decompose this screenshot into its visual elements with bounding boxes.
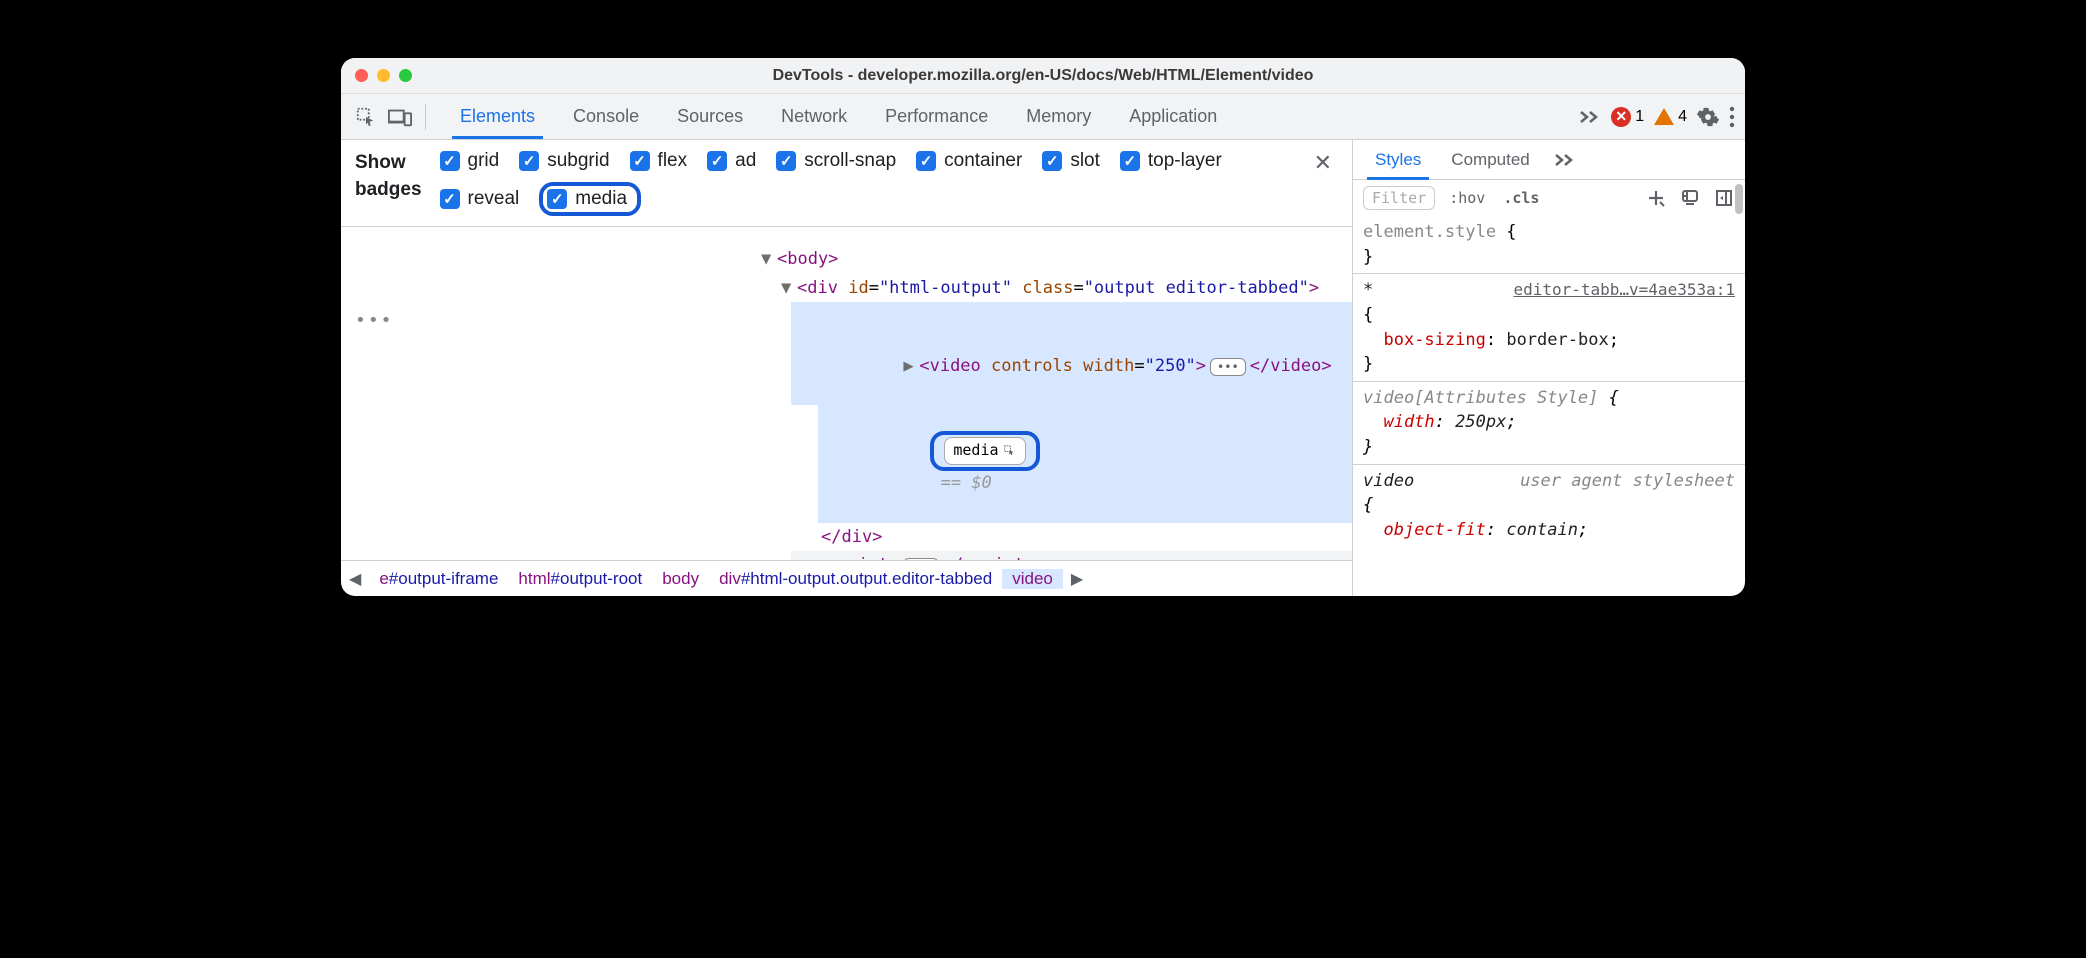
selected-node-indicator: == $0 <box>930 473 991 493</box>
css-rule-video-attr[interactable]: video[Attributes Style] { width: 250px; … <box>1363 386 1735 460</box>
badges-bar: Show badges grid subgrid flex ad scroll-… <box>341 140 1352 227</box>
more-tabs-icon[interactable] <box>1554 151 1576 169</box>
elements-panel: Show badges grid subgrid flex ad scroll-… <box>341 140 1353 596</box>
zoom-window-button[interactable] <box>399 69 412 82</box>
inspect-element-icon[interactable] <box>351 102 381 132</box>
media-badge-highlight: media <box>930 431 1039 471</box>
css-rules[interactable]: element.style {} * editor-tabb…v=4ae353a… <box>1353 216 1745 551</box>
styles-filter-input[interactable]: Filter <box>1363 186 1435 210</box>
breadcrumb-item-selected[interactable]: video <box>1002 569 1063 589</box>
titlebar: DevTools - developer.mozilla.org/en-US/d… <box>341 58 1745 94</box>
breadcrumb-item[interactable]: e#output-iframe <box>369 569 508 589</box>
dom-node-video-badge-row: media == $0 <box>818 405 1352 523</box>
styles-filter-bar: Filter :hov .cls <box>1353 180 1745 216</box>
breadcrumb-right-icon[interactable]: ▶ <box>1063 569 1091 589</box>
css-rule-universal[interactable]: * editor-tabb…v=4ae353a:1 { box-sizing: … <box>1363 278 1735 377</box>
badges-checklist: grid subgrid flex ad scroll-snap contain… <box>440 150 1230 216</box>
warning-count[interactable]: 4 <box>1654 108 1687 126</box>
badge-checkbox-media[interactable]: media <box>539 182 641 216</box>
devtools-window: DevTools - developer.mozilla.org/en-US/d… <box>341 58 1745 596</box>
more-menu-icon[interactable] <box>1729 106 1735 128</box>
ellipsis-icon[interactable]: ••• <box>1210 358 1246 376</box>
badge-checkbox-container[interactable]: container <box>916 150 1022 172</box>
error-count[interactable]: ✕ 1 <box>1611 107 1644 127</box>
media-badge[interactable]: media <box>944 437 1025 465</box>
error-icon: ✕ <box>1611 107 1631 127</box>
tab-computed[interactable]: Computed <box>1437 140 1543 179</box>
warning-count-value: 4 <box>1678 108 1687 126</box>
hov-button[interactable]: :hov <box>1445 189 1489 207</box>
badge-checkbox-top-layer[interactable]: top-layer <box>1120 150 1222 172</box>
breadcrumb-left-icon[interactable]: ◀ <box>341 569 369 589</box>
error-count-value: 1 <box>1635 108 1644 126</box>
badge-checkbox-grid[interactable]: grid <box>440 150 500 172</box>
badge-checkbox-flex[interactable]: flex <box>630 150 688 172</box>
tab-elements[interactable]: Elements <box>442 94 553 139</box>
dom-node-script[interactable]: ▶<script>•••</script> <box>791 551 1352 560</box>
css-rule-video-ua[interactable]: video user agent stylesheet { object-fit… <box>1363 469 1735 543</box>
breadcrumb-item[interactable]: div#html-output.output.editor-tabbed <box>709 569 1002 589</box>
ellipsis-icon[interactable]: ••• <box>903 558 939 560</box>
more-tabs-icon[interactable] <box>1579 108 1601 126</box>
breadcrumb: ◀ e#output-iframe html#output-root body … <box>341 560 1352 596</box>
tab-performance[interactable]: Performance <box>867 94 1006 139</box>
dom-node-div-close[interactable]: </div> <box>811 523 1352 552</box>
window-title: DevTools - developer.mozilla.org/en-US/d… <box>341 67 1745 85</box>
tab-memory[interactable]: Memory <box>1008 94 1109 139</box>
settings-icon[interactable] <box>1697 106 1719 128</box>
styles-panel: Styles Computed Filter :hov .cls <box>1353 140 1745 596</box>
computed-panel-icon[interactable] <box>1679 187 1701 209</box>
traffic-lights <box>355 69 412 82</box>
badge-checkbox-scroll-snap[interactable]: scroll-snap <box>776 150 896 172</box>
tab-application[interactable]: Application <box>1111 94 1235 139</box>
main-toolbar: Elements Console Sources Network Perform… <box>341 94 1745 140</box>
content-area: Show badges grid subgrid flex ad scroll-… <box>341 140 1745 596</box>
stylesheet-link[interactable]: editor-tabb…v=4ae353a:1 <box>1513 278 1735 301</box>
tab-sources[interactable]: Sources <box>659 94 761 139</box>
tab-console[interactable]: Console <box>555 94 657 139</box>
badge-checkbox-reveal[interactable]: reveal <box>440 182 520 216</box>
dom-node-div[interactable]: ▼<div id="html-output" class="output edi… <box>771 274 1352 303</box>
css-rule-element-style[interactable]: element.style {} <box>1363 220 1735 269</box>
dom-tree[interactable]: ▼<body> ▼<div id="html-output" class="ou… <box>341 227 1352 560</box>
badge-checkbox-subgrid[interactable]: subgrid <box>519 150 609 172</box>
styles-tabs: Styles Computed <box>1353 140 1745 180</box>
scrollbar-thumb[interactable] <box>1735 184 1743 214</box>
badge-checkbox-ad[interactable]: ad <box>707 150 756 172</box>
cls-button[interactable]: .cls <box>1499 189 1543 207</box>
tab-network[interactable]: Network <box>763 94 865 139</box>
dom-node-video[interactable]: ••• ▶<video controls width="250">•••</vi… <box>791 302 1352 405</box>
badge-checkbox-slot[interactable]: slot <box>1042 150 1100 172</box>
sidebar-toggle-icon[interactable] <box>1713 187 1735 209</box>
tab-styles[interactable]: Styles <box>1361 140 1435 179</box>
breadcrumb-item[interactable]: html#output-root <box>508 569 652 589</box>
minimize-window-button[interactable] <box>377 69 390 82</box>
ua-stylesheet-label: user agent stylesheet <box>1520 469 1735 494</box>
new-rule-icon[interactable] <box>1645 187 1667 209</box>
warning-icon <box>1654 108 1674 125</box>
close-window-button[interactable] <box>355 69 368 82</box>
breadcrumb-item[interactable]: body <box>652 569 709 589</box>
panel-tabs: Elements Console Sources Network Perform… <box>442 94 1235 139</box>
dom-node-body[interactable]: ▼<body> <box>751 245 1352 274</box>
badges-label: Show badges <box>355 150 422 203</box>
selected-marker-icon: ••• <box>355 308 394 334</box>
close-icon[interactable]: ✕ <box>1308 150 1338 176</box>
device-toolbar-icon[interactable] <box>385 102 415 132</box>
